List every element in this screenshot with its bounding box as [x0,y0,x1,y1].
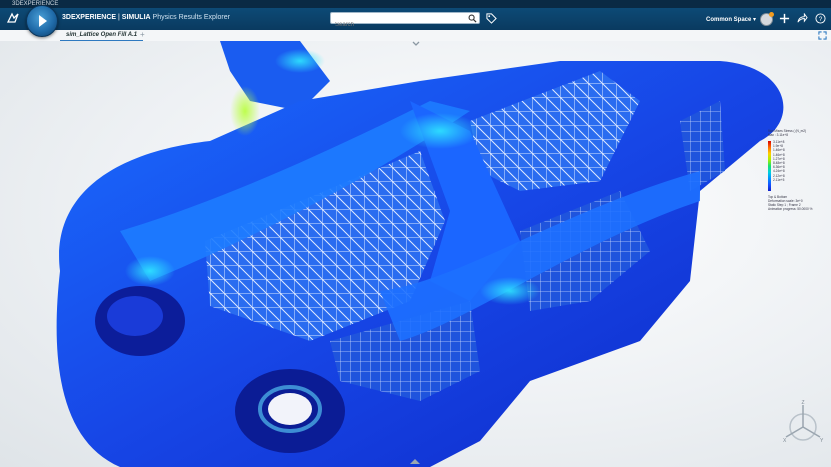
stress-model-render[interactable] [0,41,831,467]
bottom-panel-handle[interactable] [410,459,420,464]
legend-tick: 4.24e+8 [773,169,785,174]
share-icon[interactable] [797,13,808,24]
chevron-down-icon: ▾ [753,17,757,23]
top-bar: 3DEXPERIENCE | SIMULIA Physics Results E… [0,8,831,30]
play-icon [39,15,47,27]
legend-note: Animation progress: 50.0000 % [768,207,813,211]
legend-max: Max : 3.11e+8 [768,133,789,137]
search-icon[interactable] [468,14,477,23]
chevron-down-icon[interactable] [412,41,420,47]
svg-text:X: X [783,438,787,444]
svg-text:Y: Y [820,438,824,444]
svg-text:Z: Z [801,400,804,406]
ds-logo-icon[interactable] [6,11,20,25]
add-tab-icon[interactable]: + [140,30,145,40]
space-selector[interactable]: Common Space ▾ [706,16,756,23]
expand-icon[interactable] [818,31,827,40]
tag-icon[interactable] [486,13,497,24]
plus-icon[interactable] [779,13,790,24]
legend-color-bar [768,141,771,191]
svg-text:?: ? [819,16,823,23]
brand-product: SIMULIA [121,14,151,21]
orientation-triad-icon[interactable]: Z X Y [778,399,828,449]
help-icon[interactable]: ? [815,13,826,24]
3d-viewport[interactable]: Von Mises Stress ( (N_m2) Max : 3.11e+8 … [0,41,831,467]
app-brand: 3DEXPERIENCE | SIMULIA Physics Results E… [62,14,230,21]
window-titlebar: 3DEXPERIENCE [0,0,831,8]
stress-legend: Von Mises Stress ( (N_m2) Max : 3.11e+8 … [768,129,828,211]
legend-notes: Top & Bottom Deformation scale: 3e+0 Sta… [768,195,812,211]
notification-dot [769,12,774,17]
legend-tick: 1.46e+8 [773,148,785,153]
brand-prefix: 3DEXPERIENCE [62,14,117,21]
space-label: Common Space [706,17,752,23]
search-input[interactable] [331,20,465,30]
avatar[interactable] [760,12,774,26]
app-name: Physics Results Explorer [152,14,230,21]
compass-icon[interactable] [26,5,58,37]
search-box[interactable] [330,12,480,30]
legend-ticks: 3.11e+8 1.9e+8 1.46e+8 1.46e+8 1.27e+8 8… [773,140,785,182]
legend-tick: 2.11e+5 [773,177,785,182]
